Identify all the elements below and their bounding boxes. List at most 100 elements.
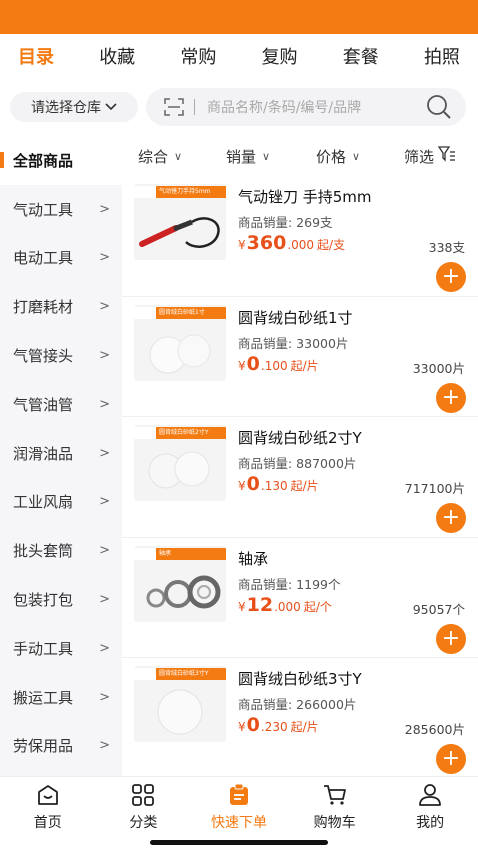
product-card[interactable]: 圆背绒白砂纸1寸 圆背绒白砂纸1寸 商品销量: 33000片 ¥0.100 起/片… bbox=[122, 297, 478, 417]
chevron-right-icon: > bbox=[99, 201, 110, 217]
sidebar-item-industrial-fans[interactable]: 工业风扇 > bbox=[0, 478, 122, 527]
sidebar-item-bits-sockets[interactable]: 批头套筒 > bbox=[0, 526, 122, 575]
sidebar-item-label: 打磨耗材 bbox=[13, 298, 74, 317]
nav-profile[interactable]: 我的 bbox=[382, 777, 478, 836]
search-icon[interactable] bbox=[424, 92, 454, 122]
product-stock: 285600片 bbox=[404, 722, 465, 737]
product-title: 轴承 bbox=[238, 549, 269, 568]
sidebar-item-safety-supplies[interactable]: 劳保用品 > bbox=[0, 722, 122, 771]
product-price: ¥0.230 起/片 bbox=[238, 714, 319, 736]
chevron-right-icon: > bbox=[99, 640, 110, 656]
product-sales: 商品销量: 887000片 bbox=[238, 456, 357, 471]
price-unit: 起/个 bbox=[303, 599, 332, 614]
price-decimal: .130 bbox=[260, 479, 288, 493]
chevron-right-icon: > bbox=[99, 396, 110, 412]
grid-icon bbox=[132, 783, 155, 806]
price-currency: ¥ bbox=[238, 358, 246, 373]
brand-logo bbox=[134, 427, 156, 439]
product-card[interactable]: 轴承 轴承 商品销量: 1199个 ¥12.000 起/个 95057个 + bbox=[122, 538, 478, 658]
nav-label: 快速下单 bbox=[210, 814, 267, 831]
tab-repurchase[interactable]: 复购 bbox=[262, 43, 298, 69]
product-sales: 商品销量: 266000片 bbox=[238, 697, 357, 712]
warehouse-label: 请选择仓库 bbox=[31, 100, 101, 116]
plus-icon: + bbox=[441, 746, 461, 771]
product-title: 圆背绒白砂纸2寸Y bbox=[238, 429, 362, 447]
search-input[interactable]: 商品名称/条码/编号/品牌 bbox=[207, 97, 424, 117]
nav-quick-order[interactable]: 快速下单 bbox=[191, 777, 287, 836]
tab-bundle[interactable]: 套餐 bbox=[343, 43, 379, 69]
product-tag-text: 圆背绒白砂纸1寸 bbox=[156, 306, 226, 319]
tab-frequent[interactable]: 常购 bbox=[180, 43, 216, 69]
sidebar-item-label: 搬运工具 bbox=[13, 688, 74, 707]
status-bar bbox=[0, 0, 478, 34]
category-sidebar: 全部商品 气动工具 > 电动工具 > 打磨耗材 > 气管接头 > 气管油管 > 润滑油品 >… bbox=[0, 136, 122, 776]
tab-favorites[interactable]: 收藏 bbox=[99, 43, 135, 69]
price-decimal: .230 bbox=[260, 720, 288, 734]
product-image: 圆背绒白砂纸1寸 bbox=[134, 304, 226, 381]
sidebar-item-label: 润滑油品 bbox=[13, 444, 74, 463]
add-to-cart-button[interactable]: + bbox=[436, 262, 466, 292]
price-currency: ¥ bbox=[238, 599, 246, 614]
price-currency: ¥ bbox=[238, 479, 246, 493]
product-tag-text: 圆背绒白砂纸3寸Y bbox=[156, 668, 226, 680]
home-icon bbox=[37, 784, 58, 805]
product-stock: 338支 bbox=[428, 240, 465, 255]
chevron-down-icon: ∨ bbox=[352, 149, 361, 163]
product-stock: 717100片 bbox=[404, 481, 465, 496]
product-title: 圆背绒白砂纸1寸 bbox=[238, 308, 353, 327]
sidebar-item-all[interactable]: 全部商品 bbox=[0, 136, 122, 185]
tab-photo[interactable]: 拍照 bbox=[424, 43, 460, 69]
product-tag-text: 轴承 bbox=[156, 547, 226, 560]
chevron-right-icon: > bbox=[99, 689, 110, 705]
home-indicator[interactable] bbox=[150, 840, 328, 845]
nav-category[interactable]: 分类 bbox=[96, 777, 192, 836]
plus-icon: + bbox=[441, 505, 461, 530]
product-card[interactable]: 圆背绒白砂纸2寸Y 圆背绒白砂纸2寸Y 商品销量: 887000片 ¥0.130… bbox=[122, 417, 478, 538]
warehouse-selector[interactable]: 请选择仓库 bbox=[10, 92, 138, 122]
product-image: 轴承 bbox=[134, 545, 226, 622]
price-unit: 起/片 bbox=[290, 479, 319, 493]
product-card[interactable]: 气动锉刀手持5mm 气动锉刀 手持5mm 商品销量: 269支 ¥360.000… bbox=[122, 176, 478, 297]
product-image: 圆背绒白砂纸2寸Y bbox=[134, 425, 226, 501]
add-to-cart-button[interactable]: + bbox=[436, 623, 466, 654]
chevron-right-icon: > bbox=[99, 348, 110, 364]
add-to-cart-button[interactable]: + bbox=[436, 744, 466, 774]
sort-sales[interactable]: 销量 ∨ bbox=[226, 146, 270, 167]
add-to-cart-button[interactable]: + bbox=[436, 382, 466, 413]
nav-cart[interactable]: 购物车 bbox=[287, 777, 383, 836]
sidebar-item-hose-fittings[interactable]: 气管接头 > bbox=[0, 331, 122, 380]
sort-price[interactable]: 价格 ∨ bbox=[316, 146, 360, 167]
nav-home[interactable]: 首页 bbox=[0, 777, 96, 836]
product-card[interactable]: 圆背绒白砂纸3寸Y 圆背绒白砂纸3寸Y 商品销量: 266000片 ¥0.230… bbox=[122, 658, 478, 779]
search-bar[interactable]: 商品名称/条码/编号/品牌 bbox=[146, 88, 466, 126]
sidebar-item-pneumatic-tools[interactable]: 气动工具 > bbox=[0, 185, 122, 234]
chevron-down-icon: ∨ bbox=[174, 149, 183, 163]
sort-filter-bar: 综合 ∨ 销量 ∨ 价格 ∨ 筛选 bbox=[122, 136, 478, 176]
add-to-cart-button[interactable]: + bbox=[436, 503, 466, 533]
product-price: ¥360.000 起/支 bbox=[238, 232, 345, 254]
sidebar-item-abrasives[interactable]: 打磨耗材 > bbox=[0, 282, 122, 331]
sidebar-item-packaging[interactable]: 包装打包 > bbox=[0, 575, 122, 624]
sidebar-item-air-hoses[interactable]: 气管油管 > bbox=[0, 380, 122, 429]
product-price: ¥12.000 起/个 bbox=[238, 594, 332, 616]
chevron-right-icon: > bbox=[99, 299, 110, 315]
price-integer: 360 bbox=[246, 232, 287, 254]
price-currency: ¥ bbox=[238, 238, 246, 252]
sort-comprehensive[interactable]: 综合 ∨ bbox=[138, 146, 182, 167]
scan-icon[interactable] bbox=[164, 98, 184, 116]
sidebar-item-hand-tools[interactable]: 手动工具 > bbox=[0, 624, 122, 673]
clipboard-icon bbox=[229, 783, 248, 805]
product-sales: 商品销量: 1199个 bbox=[238, 576, 341, 592]
tab-catalog[interactable]: 目录 bbox=[18, 43, 54, 69]
chevron-right-icon: > bbox=[99, 738, 110, 754]
product-price: ¥0.130 起/片 bbox=[238, 473, 319, 495]
filter-button[interactable]: 筛选 bbox=[404, 146, 456, 167]
product-image-tag: 圆背绒白砂纸1寸 bbox=[134, 306, 226, 319]
sidebar-item-electric-tools[interactable]: 电动工具 > bbox=[0, 234, 122, 283]
chevron-down-icon: ∨ bbox=[262, 149, 271, 163]
sidebar-item-handling-tools[interactable]: 搬运工具 > bbox=[0, 673, 122, 722]
product-sales: 商品销量: 33000片 bbox=[238, 335, 349, 351]
sidebar-item-label: 全部商品 bbox=[13, 151, 74, 170]
product-image: 气动锉刀手持5mm bbox=[134, 184, 226, 260]
sidebar-item-lubricants[interactable]: 润滑油品 > bbox=[0, 429, 122, 478]
